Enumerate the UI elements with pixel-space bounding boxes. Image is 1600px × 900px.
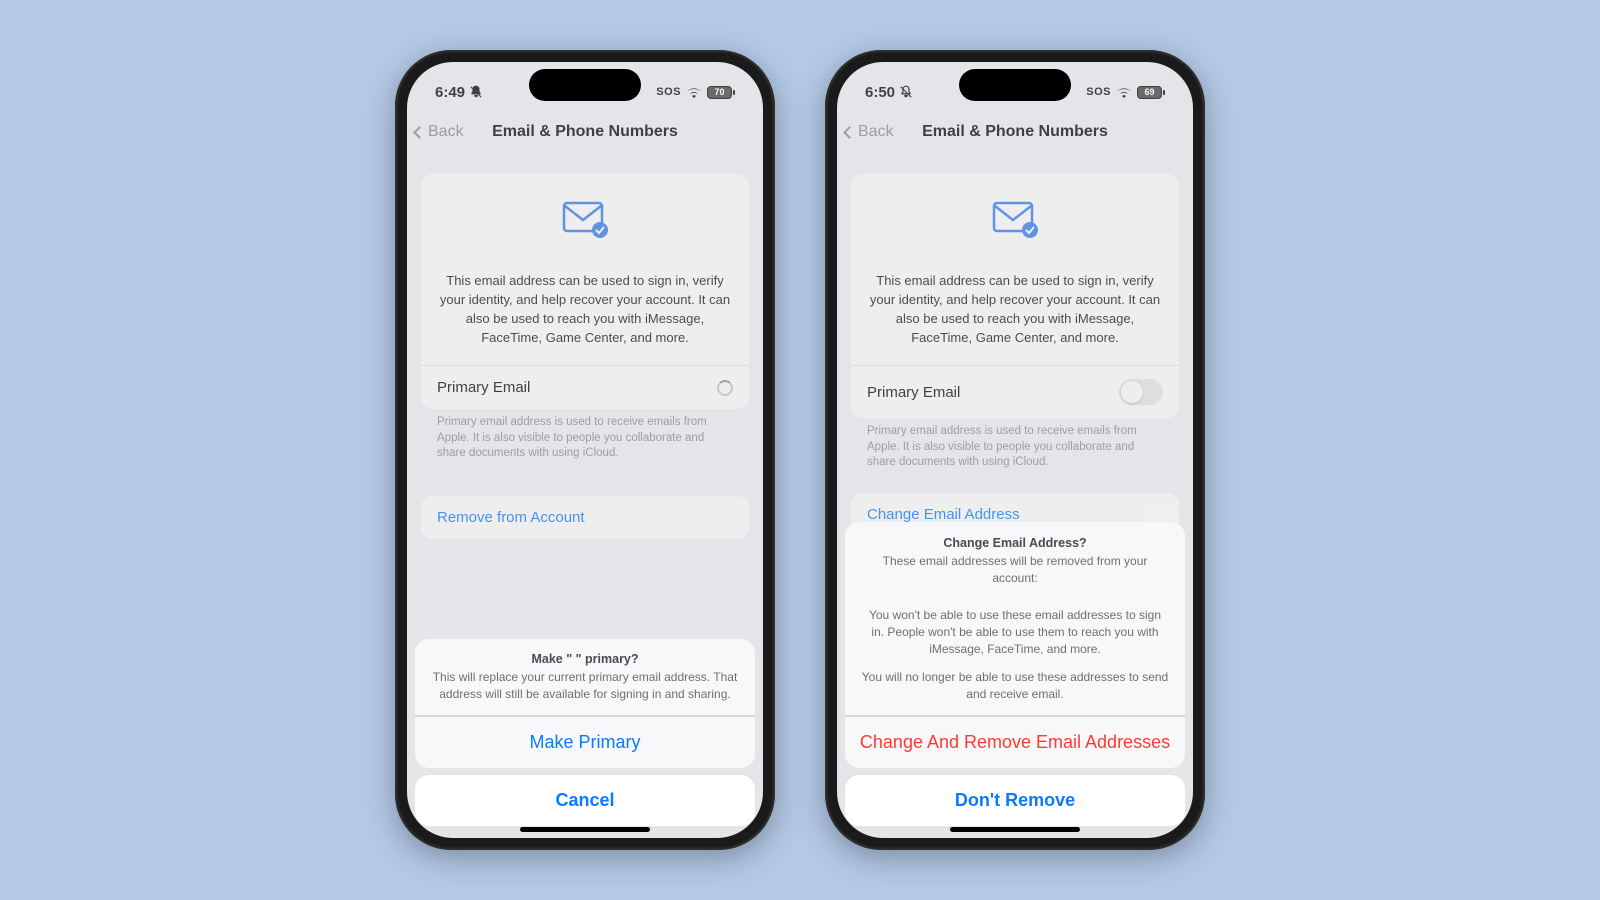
dynamic-island <box>529 69 641 101</box>
sos-label: SOS <box>1086 86 1111 98</box>
sheet-message: This will replace your current primary e… <box>431 669 739 703</box>
status-time: 6:50 <box>865 84 895 101</box>
battery-icon: 70 <box>707 86 735 99</box>
home-indicator[interactable] <box>950 827 1080 832</box>
status-time: 6:49 <box>435 84 465 101</box>
sos-label: SOS <box>656 86 681 98</box>
phone-left: 6:49 SOS 70 Back Email & P <box>395 50 775 850</box>
home-indicator[interactable] <box>520 827 650 832</box>
cancel-button[interactable]: Cancel <box>415 775 755 826</box>
alert-title: Change Email Address? <box>861 536 1169 550</box>
sheet-title: Make " " primary? <box>431 652 739 666</box>
dynamic-island <box>959 69 1071 101</box>
phone-right: 6:50 SOS 69 Back Email & P <box>825 50 1205 850</box>
action-sheet: Make " " primary? This will replace your… <box>415 639 755 826</box>
wifi-icon <box>1116 86 1132 98</box>
battery-icon: 69 <box>1137 86 1165 99</box>
alert-sheet: Change Email Address? These email addres… <box>845 522 1185 826</box>
alert-message-1: These email addresses will be removed fr… <box>861 553 1169 587</box>
silent-bell-icon <box>469 85 483 99</box>
dont-remove-button[interactable]: Don't Remove <box>845 775 1185 826</box>
change-and-remove-button[interactable]: Change And Remove Email Addresses <box>845 716 1185 768</box>
wifi-icon <box>686 86 702 98</box>
alert-message-3: You will no longer be able to use these … <box>861 669 1169 703</box>
alert-message-2: You won't be able to use these email add… <box>861 607 1169 657</box>
make-primary-button[interactable]: Make Primary <box>415 716 755 768</box>
silent-bell-icon <box>899 85 913 99</box>
